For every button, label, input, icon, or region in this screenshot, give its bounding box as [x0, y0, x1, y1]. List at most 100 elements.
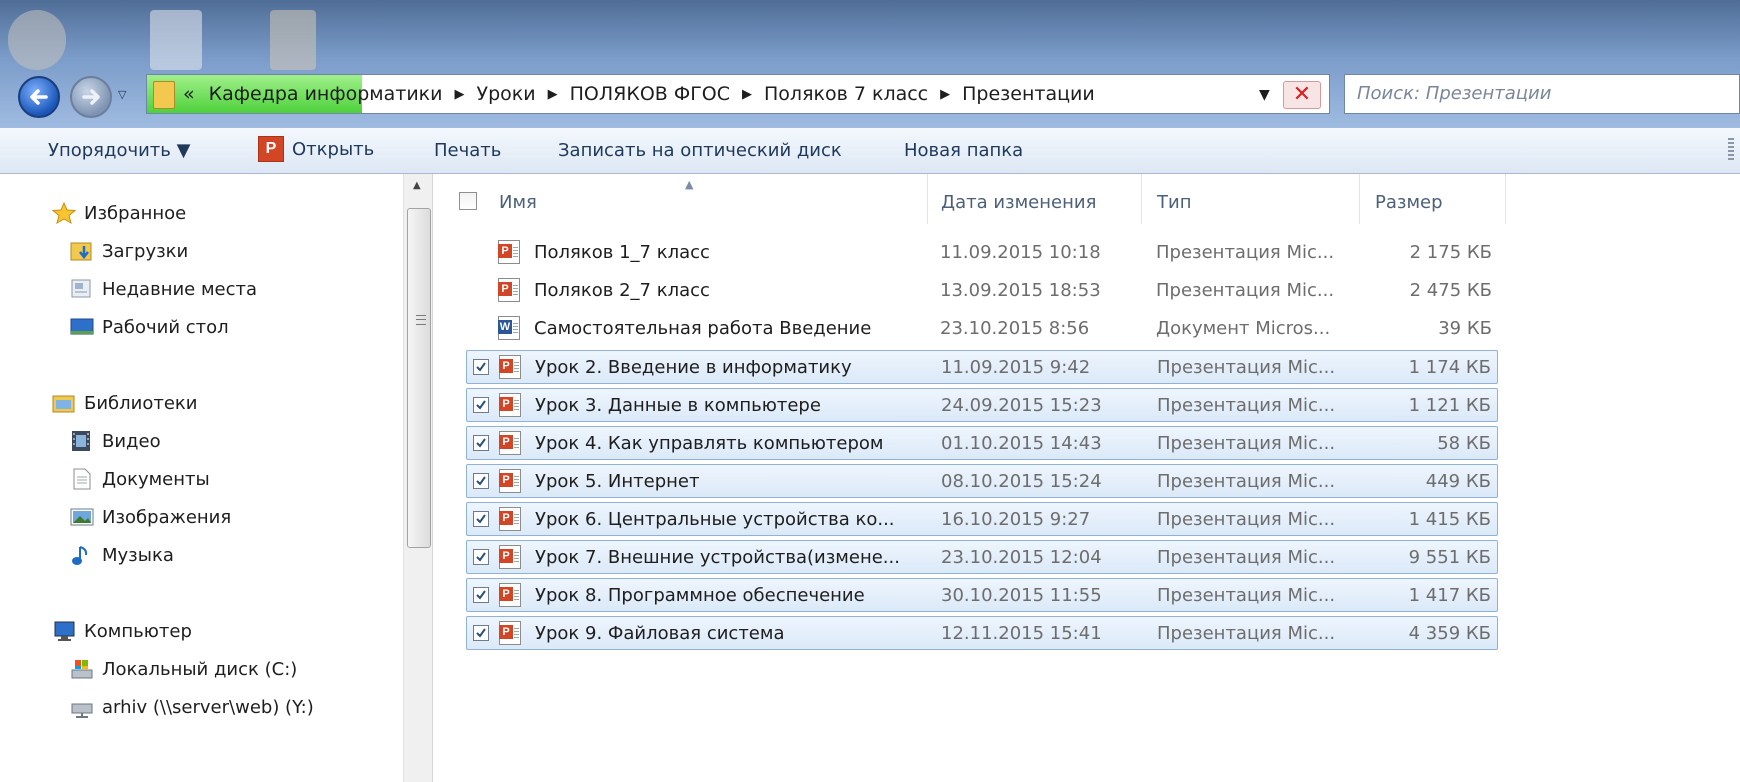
breadcrumb-item[interactable]: Уроки: [477, 83, 536, 105]
file-row-checkbox[interactable]: [473, 473, 489, 489]
file-row[interactable]: P Урок 6. Центральные устройства ко... 16.…: [466, 502, 1498, 536]
print-button[interactable]: Печать: [434, 140, 501, 161]
file-date: 30.10.2015 11:55: [941, 585, 1102, 606]
file-row[interactable]: P Урок 9. Файловая система 12.11.2015 15:4…: [466, 616, 1498, 650]
powerpoint-file-icon: P: [499, 469, 521, 493]
column-header-type[interactable]: Тип: [1157, 192, 1191, 213]
breadcrumb-separator-icon[interactable]: ▶: [548, 87, 558, 102]
file-size: 1 415 КБ: [1408, 509, 1491, 530]
window-titlebar: ▽ « Кафедра информатики ▶ Уроки ▶ ПОЛЯКО…: [0, 0, 1740, 128]
column-header-row: ▲ Имя Дата изменения Тип Размер: [433, 174, 1740, 228]
arrow-right-icon: [82, 89, 100, 105]
breadcrumb-item[interactable]: ПОЛЯКОВ ФГОС: [570, 83, 730, 105]
new-folder-button[interactable]: Новая папка: [904, 140, 1023, 161]
sidebar-item-desktop[interactable]: Рабочий стол: [70, 316, 229, 338]
file-type: Презентация Mic...: [1157, 433, 1336, 454]
file-size: 58 КБ: [1437, 433, 1491, 454]
scroll-up-icon[interactable]: ▲: [413, 180, 421, 191]
column-divider[interactable]: [927, 174, 928, 224]
file-row-checkbox[interactable]: [473, 549, 489, 565]
breadcrumb: « Кафедра информатики ▶ Уроки ▶ ПОЛЯКОВ …: [183, 75, 1095, 113]
navigation-pane: Избранное Загрузки Недавние места Рабочи…: [0, 174, 403, 782]
sidebar-item-libraries[interactable]: Библиотеки: [52, 392, 198, 414]
file-row-checkbox[interactable]: [473, 511, 489, 527]
file-type: Презентация Mic...: [1157, 471, 1336, 492]
sidebar-item-local-disk[interactable]: Локальный диск (C:): [70, 658, 297, 680]
file-row[interactable]: P Поляков 2_7 класс 13.09.2015 18:53 Презен…: [466, 274, 1498, 308]
file-row-checkbox[interactable]: [473, 625, 489, 641]
breadcrumb-separator-icon[interactable]: ▶: [742, 87, 752, 102]
breadcrumb-separator-icon[interactable]: ▶: [455, 87, 465, 102]
sidebar-item-documents[interactable]: Документы: [70, 468, 210, 490]
open-button[interactable]: P Открыть: [258, 136, 374, 162]
file-row[interactable]: P Поляков 1_7 класс 11.09.2015 10:18 Презен…: [466, 236, 1498, 270]
file-row-checkbox[interactable]: [473, 397, 489, 413]
search-input[interactable]: Поиск: Презентации: [1344, 74, 1740, 114]
file-row[interactable]: P Урок 4. Как управлять компьютером 01.10.…: [466, 426, 1498, 460]
sidebar-item-recent-places[interactable]: Недавние места: [70, 278, 257, 300]
column-header-name[interactable]: Имя: [499, 192, 537, 213]
file-row[interactable]: P Урок 3. Данные в компьютере 24.09.2015 1…: [466, 388, 1498, 422]
organize-button[interactable]: Упорядочить ▼: [48, 140, 190, 161]
file-date: 13.09.2015 18:53: [940, 280, 1101, 301]
file-size: 1 417 КБ: [1408, 585, 1491, 606]
column-header-date[interactable]: Дата изменения: [941, 192, 1096, 213]
sidebar-item-label: Рабочий стол: [102, 316, 229, 338]
navigation-pane-scrollbar[interactable]: ▲: [403, 174, 433, 782]
sidebar-item-label: Загрузки: [102, 240, 189, 262]
sidebar-item-label: Избранное: [84, 202, 187, 224]
file-row-checkbox[interactable]: [473, 359, 489, 375]
breadcrumb-item[interactable]: Кафедра информатики: [209, 83, 443, 105]
file-row[interactable]: P Урок 5. Интернет 08.10.2015 15:24 Презент…: [466, 464, 1498, 498]
column-divider[interactable]: [1359, 174, 1360, 224]
powerpoint-icon: P: [258, 136, 284, 162]
breadcrumb-overflow[interactable]: «: [183, 83, 195, 105]
chevron-down-icon: ▽: [118, 88, 127, 101]
sidebar-item-label: Компьютер: [84, 620, 192, 642]
column-divider[interactable]: [1505, 174, 1506, 224]
select-all-checkbox[interactable]: [459, 192, 477, 210]
file-date: 23.10.2015 8:56: [940, 318, 1090, 339]
file-row[interactable]: P Урок 8. Программное обеспечение 30.10.20…: [466, 578, 1498, 612]
column-header-size[interactable]: Размер: [1375, 192, 1443, 213]
file-date: 11.09.2015 10:18: [940, 242, 1101, 263]
file-name: Урок 9. Файловая система: [535, 623, 785, 644]
file-type: Презентация Mic...: [1156, 242, 1335, 263]
sidebar-item-label: Недавние места: [102, 278, 258, 300]
breadcrumb-item[interactable]: Поляков 7 класс: [764, 83, 928, 105]
breadcrumb-item[interactable]: Презентации: [962, 83, 1095, 105]
desktop-icon: [70, 316, 94, 338]
file-name: Урок 2. Введение в информатику: [535, 357, 852, 378]
file-date: 16.10.2015 9:27: [941, 509, 1091, 530]
column-divider[interactable]: [1141, 174, 1142, 224]
back-button[interactable]: [18, 76, 60, 118]
file-row[interactable]: W Самостоятельная работа Введение 23.10.20…: [466, 312, 1498, 346]
file-row[interactable]: P Урок 2. Введение в информатику 11.09.201…: [466, 350, 1498, 384]
forward-button[interactable]: [70, 76, 112, 118]
scrollbar-thumb[interactable]: [407, 208, 431, 548]
file-date: 24.09.2015 15:23: [941, 395, 1102, 416]
breadcrumb-separator-icon[interactable]: ▶: [940, 87, 950, 102]
sidebar-item-favorites[interactable]: Избранное: [51, 201, 187, 225]
sidebar-item-computer[interactable]: Компьютер: [52, 620, 192, 642]
powerpoint-file-icon: P: [499, 355, 521, 379]
recent-pages-dropdown[interactable]: ▽: [118, 88, 130, 101]
file-row[interactable]: P Урок 7. Внешние устройства(измене... 23.…: [466, 540, 1498, 574]
toolbar-grip-icon[interactable]: [1728, 138, 1734, 160]
powerpoint-file-icon: P: [498, 278, 520, 302]
stop-loading-button[interactable]: ✕: [1283, 81, 1321, 109]
file-size: 9 551 КБ: [1408, 547, 1491, 568]
address-bar[interactable]: « Кафедра информатики ▶ Уроки ▶ ПОЛЯКОВ …: [146, 74, 1330, 114]
sidebar-item-network-drive[interactable]: arhiv (\\server\web) (Y:): [70, 696, 314, 718]
file-row-checkbox[interactable]: [473, 435, 489, 451]
address-history-dropdown-icon[interactable]: ▼: [1259, 87, 1270, 103]
sidebar-item-video[interactable]: Видео: [70, 430, 161, 452]
sidebar-item-downloads[interactable]: Загрузки: [70, 240, 188, 262]
burn-to-disc-button[interactable]: Записать на оптический диск: [558, 140, 842, 161]
sidebar-item-images[interactable]: Изображения: [70, 506, 231, 528]
background-window-thumbnail: [150, 10, 202, 70]
sidebar-item-music[interactable]: Музыка: [70, 544, 174, 566]
file-row-checkbox[interactable]: [473, 587, 489, 603]
local-disk-icon: [70, 658, 94, 680]
background-window-thumbnail: [8, 10, 66, 70]
